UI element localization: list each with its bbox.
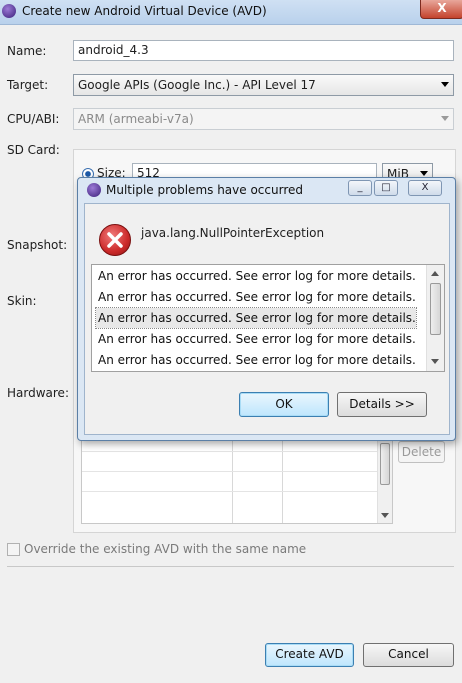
name-label: Name:: [7, 44, 47, 58]
dialog-body: java.lang.NullPointerException An error …: [84, 203, 450, 435]
hardware-table[interactable]: [81, 438, 393, 524]
scroll-thumb[interactable]: [380, 443, 390, 485]
window-title-bar: Create new Android Virtual Device (AVD) …: [0, 0, 462, 25]
name-input[interactable]: android_4.3: [73, 40, 454, 61]
delete-button[interactable]: Delete: [398, 441, 445, 463]
error-list-item[interactable]: An error has occurred. See error log for…: [98, 266, 416, 286]
eclipse-icon: [87, 183, 101, 197]
error-icon: [99, 224, 131, 256]
details-button[interactable]: Details >>: [337, 392, 427, 417]
dialog-title-bar: Multiple problems have occurred _ □ X: [78, 178, 455, 202]
table-row-divider: [82, 471, 378, 472]
scroll-up-icon[interactable]: [431, 271, 439, 276]
error-list-item-selected[interactable]: An error has occurred. See error log for…: [95, 307, 417, 329]
footer-divider: [7, 566, 454, 567]
sd-card-label: SD Card:: [7, 143, 60, 157]
scroll-down-icon[interactable]: [431, 359, 439, 364]
error-list-item[interactable]: An error has occurred. See error log for…: [98, 287, 416, 307]
hardware-label: Hardware:: [7, 386, 69, 400]
hardware-scrollbar[interactable]: [377, 439, 392, 523]
error-list-scrollbar[interactable]: [426, 265, 444, 371]
chevron-down-icon: [420, 171, 428, 176]
cancel-button[interactable]: Cancel: [363, 643, 454, 667]
override-checkbox[interactable]: [7, 543, 20, 556]
cpu-abi-label: CPU/ABI:: [7, 112, 60, 126]
table-row-divider: [82, 491, 378, 492]
target-label: Target:: [7, 78, 49, 92]
table-row-divider: [82, 451, 378, 452]
scroll-thumb[interactable]: [430, 283, 441, 335]
maximize-button[interactable]: □: [374, 180, 398, 196]
dialog-close-button[interactable]: X: [408, 180, 442, 196]
target-select-value: Google APIs (Google Inc.) - API Level 17: [78, 78, 316, 92]
error-dialog: Multiple problems have occurred _ □ X ja…: [77, 177, 456, 441]
target-select[interactable]: Google APIs (Google Inc.) - API Level 17: [73, 74, 454, 96]
override-label: Override the existing AVD with the same …: [24, 542, 307, 556]
scroll-down-icon[interactable]: [381, 513, 389, 518]
window-title: Create new Android Virtual Device (AVD): [22, 4, 267, 18]
snapshot-label: Snapshot:: [7, 238, 68, 252]
create-avd-button[interactable]: Create AVD: [265, 643, 354, 667]
error-list-item[interactable]: An error has occurred. See error log for…: [98, 350, 416, 370]
chevron-down-icon: [441, 116, 449, 121]
error-list[interactable]: An error has occurred. See error log for…: [91, 264, 445, 372]
ok-button[interactable]: OK: [239, 392, 329, 417]
dialog-title: Multiple problems have occurred: [106, 183, 303, 197]
exception-message: java.lang.NullPointerException: [141, 226, 325, 240]
skin-label: Skin:: [7, 294, 37, 308]
chevron-down-icon: [441, 82, 449, 87]
minimize-button[interactable]: _: [348, 180, 372, 196]
cpu-abi-select: ARM (armeabi-v7a): [73, 108, 454, 130]
cpu-abi-value: ARM (armeabi-v7a): [78, 112, 194, 126]
error-list-item[interactable]: An error has occurred. See error log for…: [98, 329, 416, 349]
eclipse-icon: [2, 4, 16, 18]
window-close-button[interactable]: X: [420, 0, 462, 19]
